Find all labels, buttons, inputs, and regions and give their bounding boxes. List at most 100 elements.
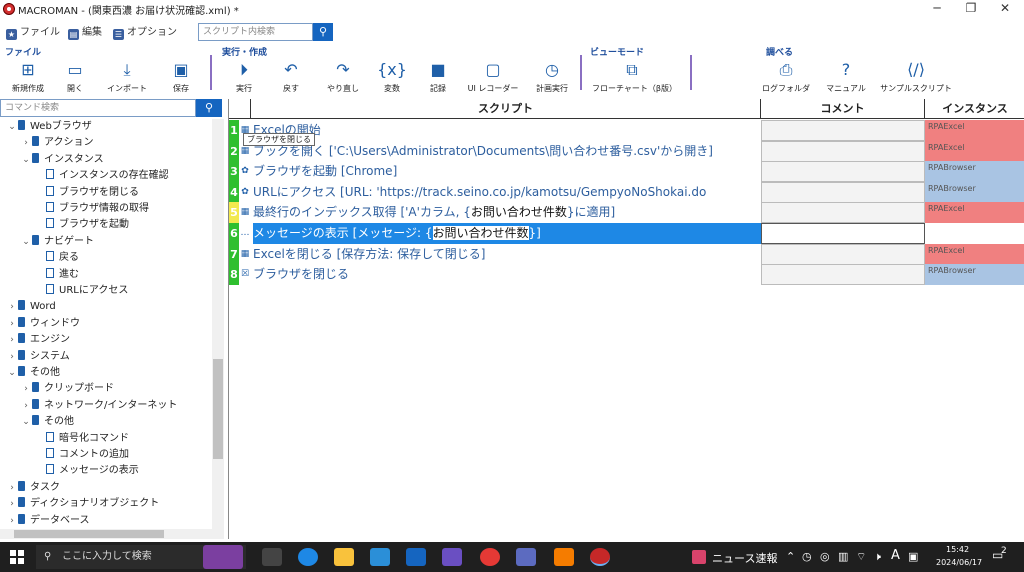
tree-horizontal-scrollbar[interactable] xyxy=(0,529,224,539)
chevron-right-icon[interactable]: › xyxy=(6,513,18,529)
script-search-input[interactable]: スクリプト内検索 xyxy=(198,23,313,41)
chevron-right-icon[interactable]: › xyxy=(6,349,18,365)
script-command-text[interactable]: メッセージの表示 [メッセージ: {お問い合わせ件数}] xyxy=(253,223,761,244)
tree-node[interactable]: ⌄ インスタンス xyxy=(20,152,104,168)
keyboard-icon[interactable]: ▥ xyxy=(838,550,848,563)
log-folder-button[interactable]: ⎙ ログフォルダ xyxy=(760,60,812,94)
tree-node[interactable]: 進む xyxy=(34,267,79,283)
instance-cell[interactable]: RPAExcel xyxy=(925,120,1024,141)
tree-node[interactable]: URLにアクセス xyxy=(34,283,128,299)
instance-cell[interactable]: RPABrowser xyxy=(925,264,1024,286)
maximize-button[interactable]: ❐ xyxy=(954,0,988,18)
close-button[interactable]: ✕ xyxy=(988,0,1022,18)
script-command-text[interactable]: Excelの開始 xyxy=(253,120,761,141)
tree-node[interactable]: ブラウザを起動 xyxy=(34,217,129,233)
tree-node[interactable]: コメントの追加 xyxy=(34,447,129,463)
comment-cell[interactable] xyxy=(761,181,925,203)
comment-cell[interactable] xyxy=(761,140,925,162)
tree-node[interactable]: › エンジン xyxy=(6,332,70,348)
comment-cell[interactable] xyxy=(761,223,925,244)
tree-node[interactable]: › クリップボード xyxy=(20,381,114,397)
script-row[interactable]: 1 ▦ Excelの開始 RPAExcel xyxy=(229,120,1024,141)
mail-icon[interactable] xyxy=(406,548,426,566)
comment-cell[interactable] xyxy=(761,120,925,141)
manual-button[interactable]: ? マニュアル xyxy=(820,60,872,94)
comment-cell[interactable] xyxy=(761,202,925,224)
tree-node[interactable]: › ウィンドウ xyxy=(6,316,80,332)
clock-time[interactable]: 15:42 xyxy=(946,545,969,554)
flowchart-button[interactable]: ⧉ フローチャート（β版） xyxy=(592,60,677,94)
tree-node[interactable]: 暗号化コマンド xyxy=(34,431,129,447)
chevron-right-icon[interactable]: › xyxy=(20,135,32,151)
run-button[interactable]: ⏵ 実行 xyxy=(218,60,270,94)
import-button[interactable]: ⤓ インポート xyxy=(101,60,153,94)
tree-node[interactable]: メッセージの表示 xyxy=(34,463,139,479)
tree-node[interactable]: インスタンスの存在確認 xyxy=(34,168,169,184)
tree-node[interactable]: ブラウザを閉じる xyxy=(34,185,139,201)
tree-node[interactable]: › アクション xyxy=(20,135,94,151)
chevron-right-icon[interactable]: › xyxy=(6,480,18,496)
instance-cell[interactable]: RPAExcel xyxy=(925,202,1024,224)
menu-file[interactable]: ★ ファイル xyxy=(6,25,60,41)
record-button[interactable]: ■ 記録 xyxy=(412,60,464,94)
comment-cell[interactable] xyxy=(761,264,925,286)
chevron-down-icon[interactable]: ⌄ xyxy=(20,234,32,250)
script-row[interactable]: 6… メッセージの表示 [メッセージ: {お問い合わせ件数}] xyxy=(229,223,1024,244)
tree-node[interactable]: › タスク xyxy=(6,480,60,496)
calculator-icon[interactable] xyxy=(516,548,536,566)
script-row[interactable]: 5 ▦ 最終行のインデックス取得 ['A'カラム, {お問い合わせ件数}に適用] RP… xyxy=(229,202,1024,224)
chevron-right-icon[interactable]: › xyxy=(6,299,18,315)
chrome-icon[interactable] xyxy=(480,548,500,566)
tree-node[interactable]: › データベース xyxy=(6,513,90,529)
news-label[interactable]: ニュース速報 xyxy=(712,550,777,566)
ime-mode-icon[interactable]: ▣ xyxy=(908,550,918,563)
chevron-down-icon[interactable]: ⌄ xyxy=(6,119,18,135)
tree-node[interactable]: ⌄ ナビゲート xyxy=(20,234,94,250)
script-row[interactable]: 7 ▦ Excelを閉じる [保存方法: 保存して閉じる] RPAExcel xyxy=(229,243,1024,265)
instance-cell[interactable]: RPAExcel xyxy=(925,243,1024,265)
tree-node[interactable]: ⌄ その他 xyxy=(6,365,60,381)
script-command-text[interactable]: ブックを開く ['C:\Users\Administrator\Document… xyxy=(253,141,761,162)
script-command-text[interactable]: 最終行のインデックス取得 ['A'カラム, {お問い合わせ件数}に適用] xyxy=(253,202,761,223)
webcam-icon[interactable]: ◎ xyxy=(820,550,830,563)
instance-cell[interactable] xyxy=(925,223,1024,244)
instance-cell[interactable]: RPAExcel xyxy=(925,140,1024,162)
comment-column-header[interactable]: コメント xyxy=(761,99,925,119)
minimize-button[interactable]: ─ xyxy=(920,0,954,18)
wifi-icon[interactable]: ⌔ xyxy=(856,550,866,564)
script-command-text[interactable]: URLにアクセス [URL: 'https://track.seino.co.j… xyxy=(253,182,761,203)
chevron-right-icon[interactable]: › xyxy=(6,332,18,348)
scrollbar-thumb[interactable] xyxy=(213,359,223,459)
tree-node[interactable]: ⌄ その他 xyxy=(20,414,74,430)
script-command-text[interactable]: Excelを閉じる [保存方法: 保存して閉じる] xyxy=(253,244,761,265)
comment-cell[interactable] xyxy=(761,243,925,265)
plan-run-button[interactable]: ◷ 計画実行 xyxy=(526,60,578,94)
windows-start-button[interactable] xyxy=(10,550,24,564)
instance-cell[interactable]: RPABrowser xyxy=(925,161,1024,183)
script-search-button[interactable]: ⚲ xyxy=(313,23,333,41)
chevron-right-icon[interactable]: › xyxy=(20,381,32,397)
tree-node[interactable]: › ネットワーク/インターネット xyxy=(20,398,177,414)
macroman-taskbar-icon[interactable] xyxy=(590,548,610,566)
comment-cell[interactable] xyxy=(761,161,925,183)
script-command-text[interactable]: ブラウザを閉じる xyxy=(253,264,761,285)
script-command-text[interactable]: ブラウザを起動 [Chrome] xyxy=(253,161,761,182)
redo-button[interactable]: ↷ やり直し xyxy=(317,60,369,94)
clock-date[interactable]: 2024/06/17 xyxy=(936,558,982,567)
chevron-right-icon[interactable]: › xyxy=(6,496,18,512)
instance-cell[interactable]: RPABrowser xyxy=(925,181,1024,203)
sample-script-button[interactable]: ⟨/⟩ サンプルスクリプト xyxy=(876,60,956,94)
network-icon[interactable]: ◷ xyxy=(802,550,812,563)
script-column-header[interactable]: スクリプト xyxy=(251,99,761,119)
tree-node[interactable]: ブラウザ情報の取得 xyxy=(34,201,149,217)
store-icon[interactable] xyxy=(370,548,390,566)
script-row[interactable]: 3 ✿ ブラウザを起動 [Chrome] RPABrowser xyxy=(229,161,1024,183)
menu-options[interactable]: ☰ オプション xyxy=(113,25,177,41)
vlc-icon[interactable] xyxy=(554,548,574,566)
tree-node[interactable]: › システム xyxy=(6,349,70,365)
menu-edit[interactable]: ▤ 編集 xyxy=(68,25,102,41)
chevron-down-icon[interactable]: ⌄ xyxy=(20,414,32,430)
scrollbar-thumb[interactable] xyxy=(14,530,164,538)
variables-button[interactable]: {x} 変数 xyxy=(366,60,418,94)
tree-node[interactable]: 戻る xyxy=(34,250,79,266)
